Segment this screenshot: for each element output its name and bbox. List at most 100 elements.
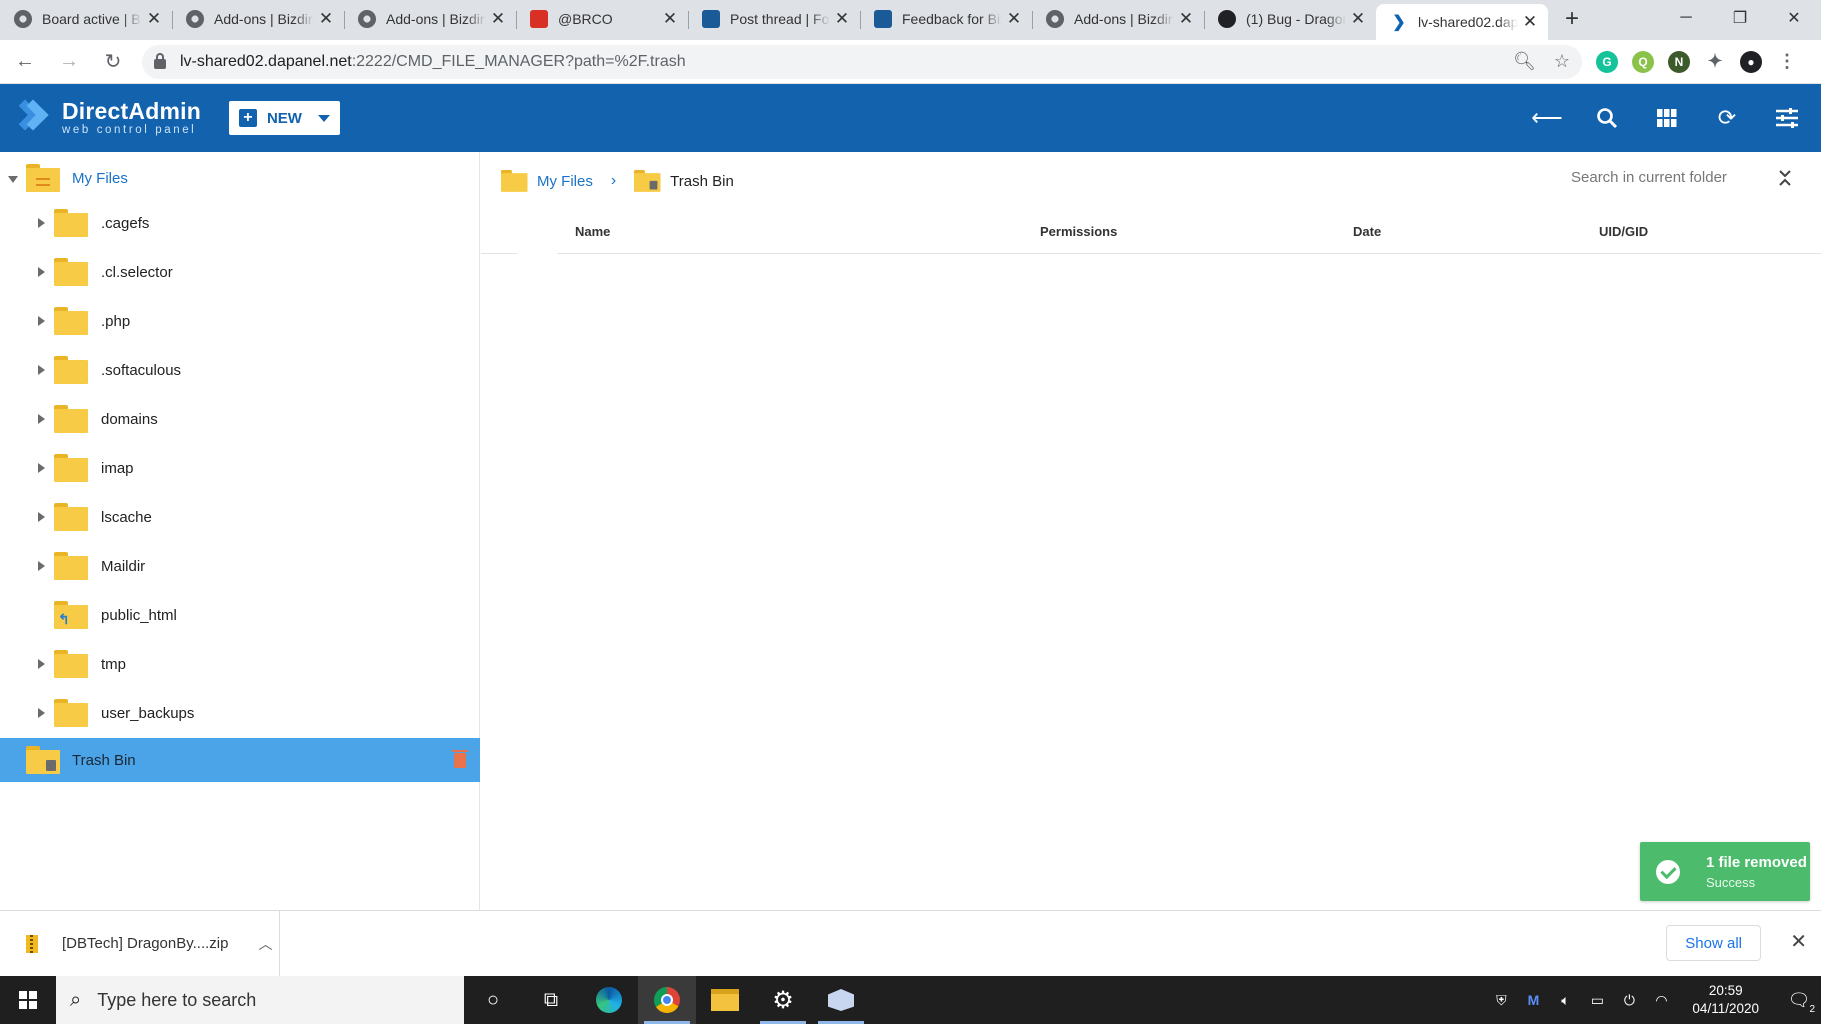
tree-item[interactable]: domains [0, 397, 480, 441]
header-tools: ⟵ ⟳ [1517, 84, 1817, 152]
browser-tab[interactable]: Add-ons | Bizdirectory ✕ [1032, 2, 1204, 36]
close-icon[interactable]: ✕ [1178, 9, 1194, 29]
tree-item[interactable]: Maildir [0, 544, 480, 588]
browser-tab[interactable]: Feedback for Bizdirectory ✕ [860, 2, 1032, 36]
close-icon[interactable]: ✕ [1522, 12, 1538, 32]
reload-icon[interactable]: ↻ [94, 43, 132, 81]
close-icon[interactable]: ✕ [662, 9, 678, 29]
security-shield-icon[interactable]: ⛨ [1492, 991, 1510, 1009]
profile-avatar[interactable]: ● [1740, 50, 1762, 73]
taskbar-search[interactable]: ⌕ Type here to search [56, 976, 464, 1024]
expand-arrow-icon[interactable] [38, 218, 45, 228]
browser-tab-active[interactable]: ❯ lv-shared02.dapanel.net ✕ [1376, 4, 1548, 40]
notification-center-icon[interactable]: 🗨︎ 2 [1787, 988, 1815, 1015]
close-icon[interactable]: ✕ [1790, 929, 1807, 954]
chevron-up-icon[interactable]: ︿ [258, 934, 272, 954]
tree-item[interactable]: lscache [0, 495, 480, 539]
bookmark-star-icon[interactable]: ☆ [1554, 51, 1570, 72]
search-input[interactable] [1571, 169, 1747, 186]
kebab-menu-icon[interactable]: ⋮ [1776, 51, 1798, 73]
new-button[interactable]: + NEW [228, 101, 340, 135]
directadmin-logo[interactable]: DirectAdmin web control panel [9, 99, 201, 137]
close-icon[interactable]: ✕ [146, 9, 162, 29]
expand-arrow-icon[interactable] [38, 316, 45, 326]
taskbar-clock[interactable]: 20:59 04/11/2020 [1692, 982, 1759, 1018]
power-plug-icon[interactable]: ⏻ [1620, 991, 1638, 1009]
browser-tab[interactable]: (1) Bug - DragonByte ✕ [1204, 2, 1376, 36]
new-tab-button[interactable]: + [1554, 2, 1590, 36]
tree-item[interactable]: user_backups [0, 691, 480, 735]
expand-arrow-icon[interactable] [38, 365, 45, 375]
expand-arrow-icon[interactable] [38, 414, 45, 424]
success-toast[interactable]: 1 file removed Success [1640, 842, 1810, 901]
browser-tab[interactable]: Add-ons | Bizdirectory ✕ [344, 2, 516, 36]
close-icon[interactable]: ✕ [1350, 9, 1366, 29]
tree-item[interactable]: .cagefs [0, 201, 480, 245]
expand-arrow-icon[interactable] [38, 267, 45, 277]
edge-app-icon[interactable] [580, 976, 638, 1024]
puzzle-icon[interactable]: ✦ [1704, 51, 1726, 73]
download-item[interactable]: [DBTech] DragonBy....zip ︿ [0, 910, 280, 977]
show-all-button[interactable]: Show all [1666, 925, 1761, 961]
back-arrow-icon[interactable]: ← [6, 43, 44, 81]
minimize-icon[interactable]: ─ [1659, 0, 1713, 36]
close-icon[interactable]: ✕ [490, 9, 506, 29]
close-icon[interactable]: ✕ [834, 9, 850, 29]
expand-arrow-icon[interactable] [38, 708, 45, 718]
tree-item[interactable]: .softaculous [0, 348, 480, 392]
cortana-icon[interactable]: ○ [464, 976, 522, 1024]
battery-icon[interactable]: ▭ [1588, 991, 1606, 1009]
refresh-icon[interactable]: ⟳ [1697, 84, 1757, 152]
zoom-icon[interactable]: 🔍︎ [1513, 51, 1536, 72]
forward-arrow-icon[interactable]: → [50, 43, 88, 81]
extension-dark-icon[interactable]: N [1668, 50, 1690, 73]
wifi-icon[interactable]: ◠ [1652, 991, 1670, 1009]
address-bar[interactable]: lv-shared02.dapanel.net:2222/CMD_FILE_MA… [142, 44, 1582, 79]
tree-item[interactable]: tmp [0, 642, 480, 686]
file-explorer-icon[interactable] [696, 976, 754, 1024]
expand-arrow-icon[interactable] [38, 463, 45, 473]
restore-icon[interactable]: ❐ [1713, 0, 1767, 36]
close-icon[interactable]: ✕ [1006, 9, 1022, 29]
browser-tab[interactable]: @BRCO ✕ [516, 2, 688, 36]
expand-arrow-icon[interactable] [38, 659, 45, 669]
expand-arrow-icon[interactable] [8, 176, 18, 183]
package-app-icon[interactable] [812, 976, 870, 1024]
settings-gear-icon[interactable]: ⚙ [754, 976, 812, 1024]
column-uid-gid[interactable]: UID/GID [1599, 216, 1648, 246]
xenforo-icon [702, 10, 720, 28]
empty-trash-icon[interactable] [452, 750, 468, 768]
tree-root-my-files[interactable]: My Files [0, 156, 480, 200]
collapse-icon[interactable] [1773, 166, 1797, 190]
chrome-app-icon[interactable] [638, 976, 696, 1024]
browser-tab[interactable]: Post thread | Forum ✕ [688, 2, 860, 36]
windows-start-icon[interactable] [0, 976, 56, 1024]
back-arrow-icon[interactable]: ⟵ [1517, 84, 1577, 152]
malwarebytes-icon[interactable]: M [1524, 991, 1542, 1009]
volume-icon[interactable]: 🔈︎ [1556, 991, 1574, 1009]
browser-tab[interactable]: Add-ons | Bizdirectory ✕ [172, 2, 344, 36]
xenforo-icon [874, 10, 892, 28]
grammarly-icon[interactable]: G [1596, 50, 1618, 73]
tree-item-trash-bin[interactable]: Trash Bin [0, 738, 480, 782]
extensions-area: G Q N ✦ ● ⋮ [1596, 50, 1798, 73]
tree-item[interactable]: imap [0, 446, 480, 490]
window-close-icon[interactable]: ✕ [1767, 0, 1821, 36]
extension-green-icon[interactable]: Q [1632, 50, 1654, 73]
expand-arrow-icon[interactable] [38, 512, 45, 522]
task-view-icon[interactable]: ⧉ [522, 976, 580, 1024]
column-name[interactable]: Name [575, 216, 610, 246]
tree-item[interactable]: .cl.selector [0, 250, 480, 294]
breadcrumb-my-files[interactable]: My Files [537, 173, 593, 190]
browser-tab[interactable]: Board active | BizBoard ✕ [0, 2, 172, 36]
lock-icon[interactable] [154, 52, 166, 69]
settings-sliders-icon[interactable] [1757, 84, 1817, 152]
column-date[interactable]: Date [1353, 216, 1381, 246]
column-permissions[interactable]: Permissions [1040, 216, 1117, 246]
search-icon[interactable] [1577, 84, 1637, 152]
tree-item[interactable]: ↰ public_html [0, 593, 480, 637]
close-icon[interactable]: ✕ [318, 9, 334, 29]
grid-view-icon[interactable] [1637, 84, 1697, 152]
expand-arrow-icon[interactable] [38, 561, 45, 571]
tree-item[interactable]: .php [0, 299, 480, 343]
